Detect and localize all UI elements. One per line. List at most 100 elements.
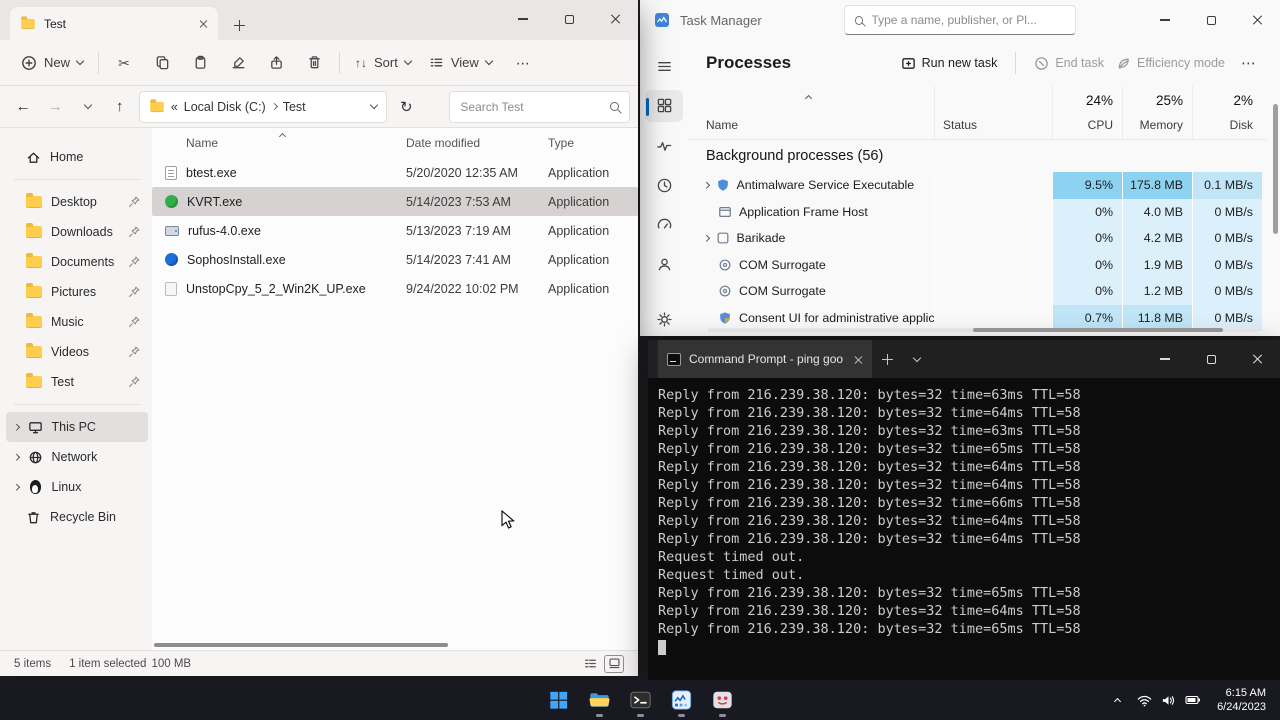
efficiency-mode-button[interactable]: Efficiency mode bbox=[1116, 56, 1225, 71]
search-input[interactable] bbox=[460, 99, 611, 114]
forward-button[interactable]: → bbox=[40, 91, 70, 123]
process-group-header[interactable]: Background processes (56) bbox=[688, 140, 1266, 172]
rail-item-performance[interactable] bbox=[645, 129, 683, 162]
cut-button[interactable]: ✂ bbox=[105, 46, 143, 80]
chevron-right-icon[interactable] bbox=[13, 423, 20, 431]
minimize-button[interactable] bbox=[1142, 0, 1188, 40]
address-box[interactable]: « Local Disk (C:) Test bbox=[138, 90, 388, 123]
crumb-overflow[interactable]: « bbox=[171, 100, 178, 114]
taskbar-clock[interactable]: 6:15 AM 6/24/2023 bbox=[1211, 686, 1276, 714]
tray-status-area[interactable] bbox=[1129, 684, 1209, 716]
explorer-tab[interactable]: Test bbox=[10, 7, 218, 40]
sidebar-item-this-pc[interactable]: This PC bbox=[6, 412, 148, 442]
breadcrumb-folder[interactable]: Test bbox=[283, 100, 306, 114]
sidebar-item-linux[interactable]: Linux bbox=[6, 472, 148, 502]
breadcrumb-drive[interactable]: Local Disk (C:) bbox=[184, 100, 266, 114]
see-more-button[interactable]: ⋯ bbox=[507, 49, 539, 77]
sidebar-item-pictures[interactable]: Pictures bbox=[6, 277, 148, 307]
sidebar-item-network[interactable]: Network bbox=[6, 442, 148, 472]
column-header-name[interactable]: Name bbox=[688, 86, 934, 139]
tab-dropdown-button[interactable] bbox=[902, 340, 932, 378]
menu-button[interactable] bbox=[645, 50, 683, 83]
sidebar-item-desktop[interactable]: Desktop bbox=[6, 187, 148, 217]
share-button[interactable] bbox=[257, 46, 295, 80]
rail-item-processes[interactable] bbox=[645, 89, 683, 123]
vertical-scrollbar[interactable] bbox=[1273, 104, 1278, 234]
run-new-task-button[interactable]: Run new task bbox=[901, 56, 997, 71]
new-tab-button[interactable] bbox=[224, 10, 254, 40]
chevron-right-icon[interactable] bbox=[13, 483, 20, 491]
sidebar-item-recycle-bin[interactable]: Recycle Bin bbox=[6, 502, 148, 532]
start-button[interactable] bbox=[538, 680, 579, 720]
process-row[interactable]: COM Surrogate 0% 1.9 MB 0 MB/s bbox=[688, 251, 1266, 278]
column-header-memory[interactable]: 25% Memory bbox=[1122, 86, 1192, 139]
minimize-button[interactable] bbox=[1142, 340, 1188, 378]
maximize-button[interactable] bbox=[1188, 340, 1234, 378]
chevron-down-icon[interactable] bbox=[369, 100, 379, 110]
horizontal-scrollbar[interactable] bbox=[154, 643, 448, 647]
close-button[interactable] bbox=[592, 0, 638, 38]
more-options-button[interactable]: ⋯ bbox=[1237, 54, 1260, 72]
taskbar-terminal[interactable] bbox=[620, 680, 661, 720]
file-row[interactable]: btest.exe 5/20/2020 12:35 AM Application bbox=[152, 158, 638, 187]
chevron-right-icon[interactable] bbox=[703, 182, 710, 189]
file-row-selected[interactable]: KVRT.exe 5/14/2023 7:53 AM Application bbox=[152, 187, 638, 216]
file-row[interactable]: SophosInstall.exe 5/14/2023 7:41 AM Appl… bbox=[152, 245, 638, 274]
rail-item-app-history[interactable] bbox=[645, 169, 683, 202]
process-row[interactable]: Antimalware Service Executable 9.5% 175.… bbox=[688, 172, 1266, 199]
terminal-tab[interactable]: Command Prompt - ping goo bbox=[658, 340, 872, 378]
terminal-output[interactable]: Reply from 216.239.38.120: bytes=32 time… bbox=[648, 378, 1280, 682]
sidebar-item-home[interactable]: Home bbox=[6, 142, 148, 172]
file-row[interactable]: rufus-4.0.exe 5/13/2023 7:19 AM Applicat… bbox=[152, 216, 638, 245]
column-header-date-modified[interactable]: Date modified bbox=[400, 136, 542, 150]
sidebar-item-music[interactable]: Music bbox=[6, 307, 148, 337]
minimize-button[interactable] bbox=[500, 0, 546, 38]
tab-close-icon[interactable] bbox=[199, 19, 208, 28]
tab-close-icon[interactable] bbox=[854, 355, 863, 364]
column-header-disk[interactable]: 2% Disk bbox=[1192, 86, 1262, 139]
sidebar-item-test[interactable]: Test bbox=[6, 367, 148, 397]
rename-button[interactable] bbox=[219, 46, 257, 80]
chevron-right-icon[interactable] bbox=[703, 235, 710, 242]
copy-button[interactable] bbox=[143, 46, 181, 80]
column-header-status[interactable]: Status bbox=[934, 86, 1052, 139]
rail-item-users[interactable] bbox=[645, 248, 683, 281]
column-header-type[interactable]: Type bbox=[542, 136, 638, 150]
refresh-button[interactable]: ↻ bbox=[391, 91, 421, 123]
search-box[interactable] bbox=[449, 90, 630, 123]
taskbar-task-manager[interactable] bbox=[661, 680, 702, 720]
maximize-button[interactable] bbox=[1188, 0, 1234, 40]
process-row[interactable]: COM Surrogate 0% 1.2 MB 0 MB/s bbox=[688, 278, 1266, 305]
column-header-name[interactable]: Name bbox=[152, 136, 400, 150]
sidebar-item-videos[interactable]: Videos bbox=[6, 337, 148, 367]
details-view-button[interactable] bbox=[580, 655, 600, 673]
taskmanager-search-box[interactable] bbox=[844, 5, 1076, 35]
maximize-button[interactable] bbox=[546, 0, 592, 38]
horizontal-scrollbar[interactable] bbox=[973, 328, 1223, 332]
rail-item-startup-apps[interactable] bbox=[645, 208, 683, 241]
up-button[interactable]: ↑ bbox=[105, 91, 135, 123]
back-button[interactable]: ← bbox=[8, 91, 38, 123]
process-row[interactable]: Application Frame Host 0% 4.0 MB 0 MB/s bbox=[688, 198, 1266, 225]
view-button[interactable]: View bbox=[420, 48, 501, 77]
sidebar-item-downloads[interactable]: Downloads bbox=[6, 217, 148, 247]
delete-button[interactable] bbox=[295, 46, 333, 80]
taskbar-file-explorer[interactable] bbox=[579, 680, 620, 720]
end-task-button[interactable]: End task bbox=[1034, 56, 1104, 71]
sidebar-item-documents[interactable]: Documents bbox=[6, 247, 148, 277]
paste-button[interactable] bbox=[181, 46, 219, 80]
file-row[interactable]: UnstopCpy_5_2_Win2K_UP.exe 9/24/2022 10:… bbox=[152, 274, 638, 303]
taskbar-app[interactable] bbox=[702, 680, 743, 720]
new-button[interactable]: New bbox=[12, 48, 92, 78]
close-button[interactable] bbox=[1234, 340, 1280, 378]
column-header-cpu[interactable]: 24% CPU bbox=[1052, 86, 1122, 139]
recent-locations-button[interactable] bbox=[72, 91, 102, 123]
taskmanager-search-input[interactable] bbox=[871, 13, 1065, 27]
chevron-right-icon[interactable] bbox=[13, 453, 20, 461]
process-row[interactable]: Barikade 0% 4.2 MB 0 MB/s bbox=[688, 225, 1266, 252]
new-tab-button[interactable] bbox=[872, 340, 902, 378]
hidden-icons-button[interactable] bbox=[1108, 684, 1127, 716]
settings-button[interactable] bbox=[645, 303, 683, 336]
close-button[interactable] bbox=[1234, 0, 1280, 40]
sort-button[interactable]: ↑↓ Sort bbox=[346, 48, 420, 77]
